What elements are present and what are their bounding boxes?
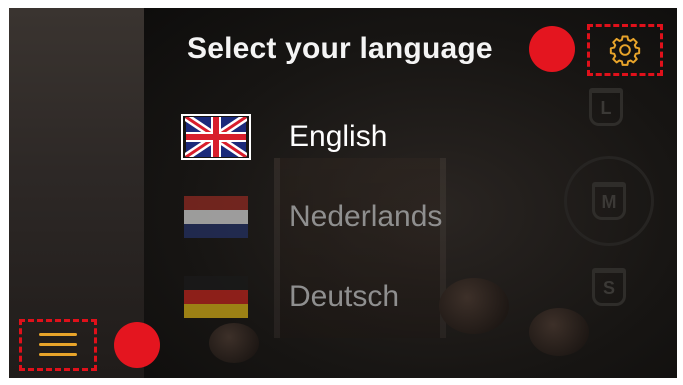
size-s-icon: S [592, 268, 626, 306]
uk-flag-icon [181, 114, 251, 160]
language-screen: L M S Select your language English Neder… [9, 8, 677, 378]
size-m-icon: M [592, 182, 626, 220]
language-label-deutsch: Deutsch [289, 280, 400, 313]
settings-button[interactable] [587, 24, 663, 76]
language-option-nederlands[interactable]: Nederlands [181, 193, 442, 241]
language-label-english: English [289, 120, 388, 153]
size-l-icon: L [589, 88, 623, 126]
menu-button[interactable] [19, 319, 97, 371]
size-s-label: S [602, 277, 615, 298]
size-l-label: L [600, 97, 612, 118]
highlight-marker-menu [114, 322, 160, 368]
size-m-ring: M [564, 156, 654, 246]
size-m-label: M [601, 191, 617, 212]
highlight-marker-settings [529, 26, 575, 72]
hamburger-menu-icon [39, 333, 77, 356]
background-coffee-bean [209, 323, 259, 363]
gear-icon [609, 35, 641, 66]
background-coffee-bean [529, 308, 589, 356]
germany-flag-icon [181, 274, 251, 320]
page-title: Select your language [187, 32, 493, 65]
language-label-nederlands: Nederlands [289, 200, 443, 233]
language-option-english[interactable]: English [181, 113, 387, 161]
background-coffee-bean [439, 278, 509, 334]
language-option-deutsch[interactable]: Deutsch [181, 273, 399, 321]
netherlands-flag-icon [181, 194, 251, 240]
